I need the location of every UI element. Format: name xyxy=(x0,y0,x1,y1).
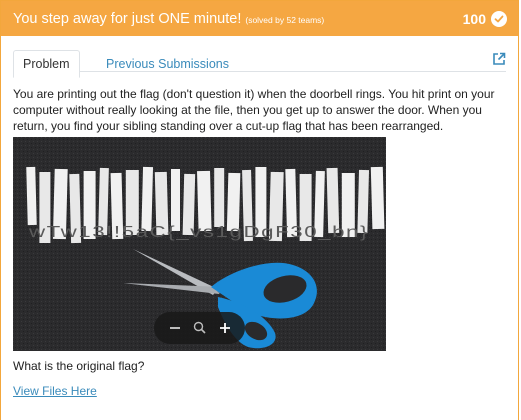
header-title-group: You step away for just ONE minute! (solv… xyxy=(13,11,324,27)
paper-strip xyxy=(141,166,154,231)
challenge-title: You step away for just ONE minute! xyxy=(13,10,242,27)
challenge-card: You step away for just ONE minute! (solv… xyxy=(0,0,519,420)
image-zoom-controls xyxy=(154,311,245,344)
view-files-link[interactable]: View Files Here xyxy=(13,384,97,398)
problem-description: You are printing out the flag (don't que… xyxy=(13,87,495,134)
check-circle-icon xyxy=(491,10,507,27)
paper-strip xyxy=(171,168,180,231)
points-badge: 100 xyxy=(462,10,507,27)
paper-strip xyxy=(26,166,37,225)
flag-strip-text: wTw13!!5aC{_vs1gDgF30_bn} xyxy=(28,224,369,241)
paper-strip xyxy=(226,172,241,231)
paper-strip xyxy=(197,170,212,231)
points-value: 100 xyxy=(462,10,486,27)
zoom-in-icon[interactable] xyxy=(217,320,233,336)
question-text: What is the original flag? xyxy=(13,358,145,373)
flag-photo[interactable]: wTw13!!5aC{_vs1gDgF30_bn} xyxy=(13,136,386,351)
external-link-icon[interactable] xyxy=(492,52,506,66)
challenge-body: Problem Previous Submissions You are pri… xyxy=(1,36,518,400)
solved-count: (solved by 52 teams) xyxy=(245,14,325,25)
tab-previous-submissions[interactable]: Previous Submissions xyxy=(96,50,239,78)
tab-problem[interactable]: Problem xyxy=(13,50,80,78)
tab-bar: Problem Previous Submissions xyxy=(13,43,506,78)
zoom-reset-icon[interactable] xyxy=(192,320,208,336)
paper-strip xyxy=(370,166,385,229)
paper-strip xyxy=(214,167,225,227)
zoom-out-icon[interactable] xyxy=(167,320,183,336)
challenge-header[interactable]: You step away for just ONE minute! (solv… xyxy=(1,1,518,36)
